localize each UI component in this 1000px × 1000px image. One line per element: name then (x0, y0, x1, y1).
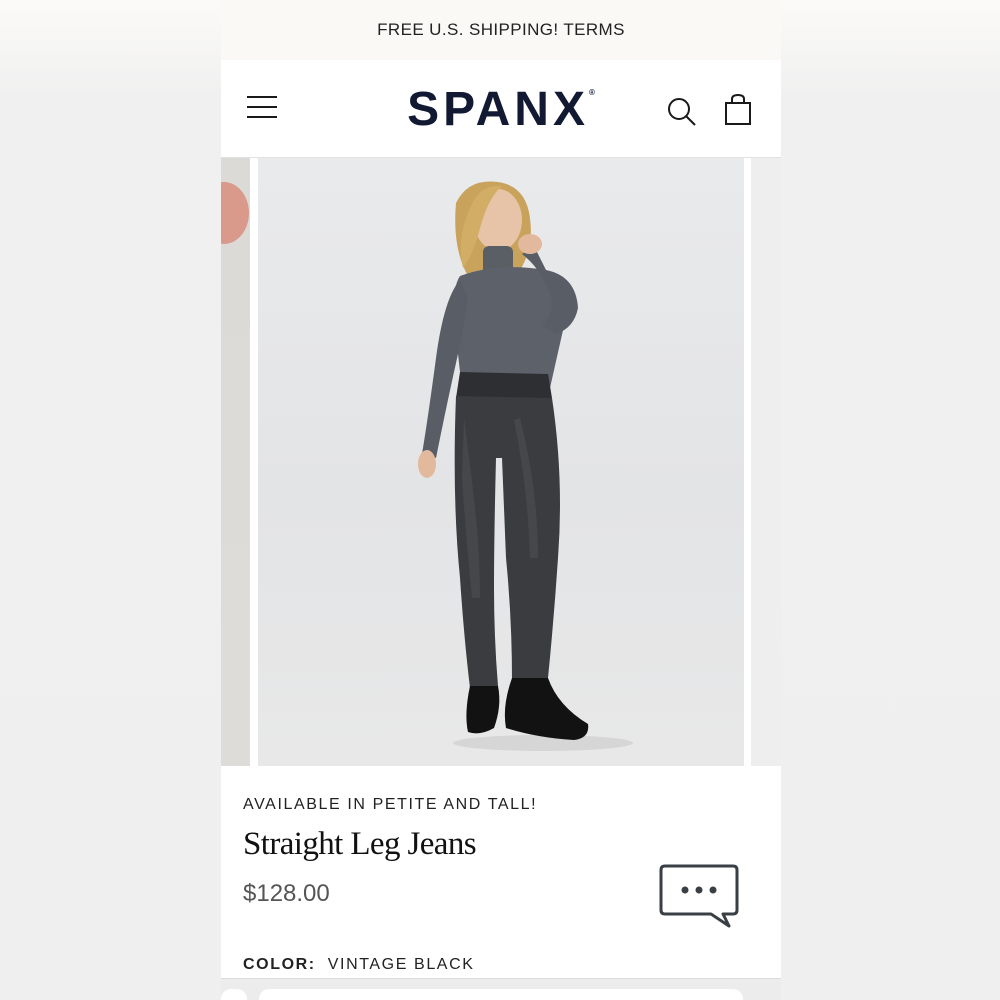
shopping-bag-icon[interactable] (724, 93, 754, 126)
size-selector-preview[interactable] (259, 989, 743, 1000)
search-icon[interactable] (667, 97, 697, 127)
previous-slide-preview[interactable] (221, 158, 250, 766)
bottom-swatch-strip (221, 978, 781, 1000)
background-left (0, 0, 221, 1000)
model-photo (418, 181, 633, 751)
site-header: SPANX® (221, 60, 781, 158)
product-image[interactable] (258, 158, 744, 766)
promo-text[interactable]: FREE U.S. SHIPPING! TERMS (377, 20, 625, 40)
chat-bubble-icon[interactable] (659, 862, 741, 930)
next-slide-preview[interactable] (751, 158, 781, 766)
swatch-preview[interactable] (221, 989, 247, 1000)
screen: FREE U.S. SHIPPING! TERMS SPANX® AVAILAB… (0, 0, 1000, 1000)
background-right (781, 0, 1000, 1000)
product-title: Straight Leg Jeans (243, 826, 477, 862)
promo-banner[interactable]: FREE U.S. SHIPPING! TERMS (221, 0, 781, 60)
brand-logo[interactable]: SPANX® (221, 82, 781, 137)
product-price: $128.00 (243, 880, 330, 907)
product-eyebrow: AVAILABLE IN PETITE AND TALL! (243, 796, 538, 813)
color-selector-label: COLOR: VINTAGE BLACK (243, 956, 475, 974)
product-image-carousel[interactable] (221, 158, 781, 766)
mobile-page: FREE U.S. SHIPPING! TERMS SPANX® AVAILAB… (221, 0, 781, 1000)
color-label: COLOR: (243, 956, 316, 973)
color-value: VINTAGE BLACK (327, 956, 475, 973)
